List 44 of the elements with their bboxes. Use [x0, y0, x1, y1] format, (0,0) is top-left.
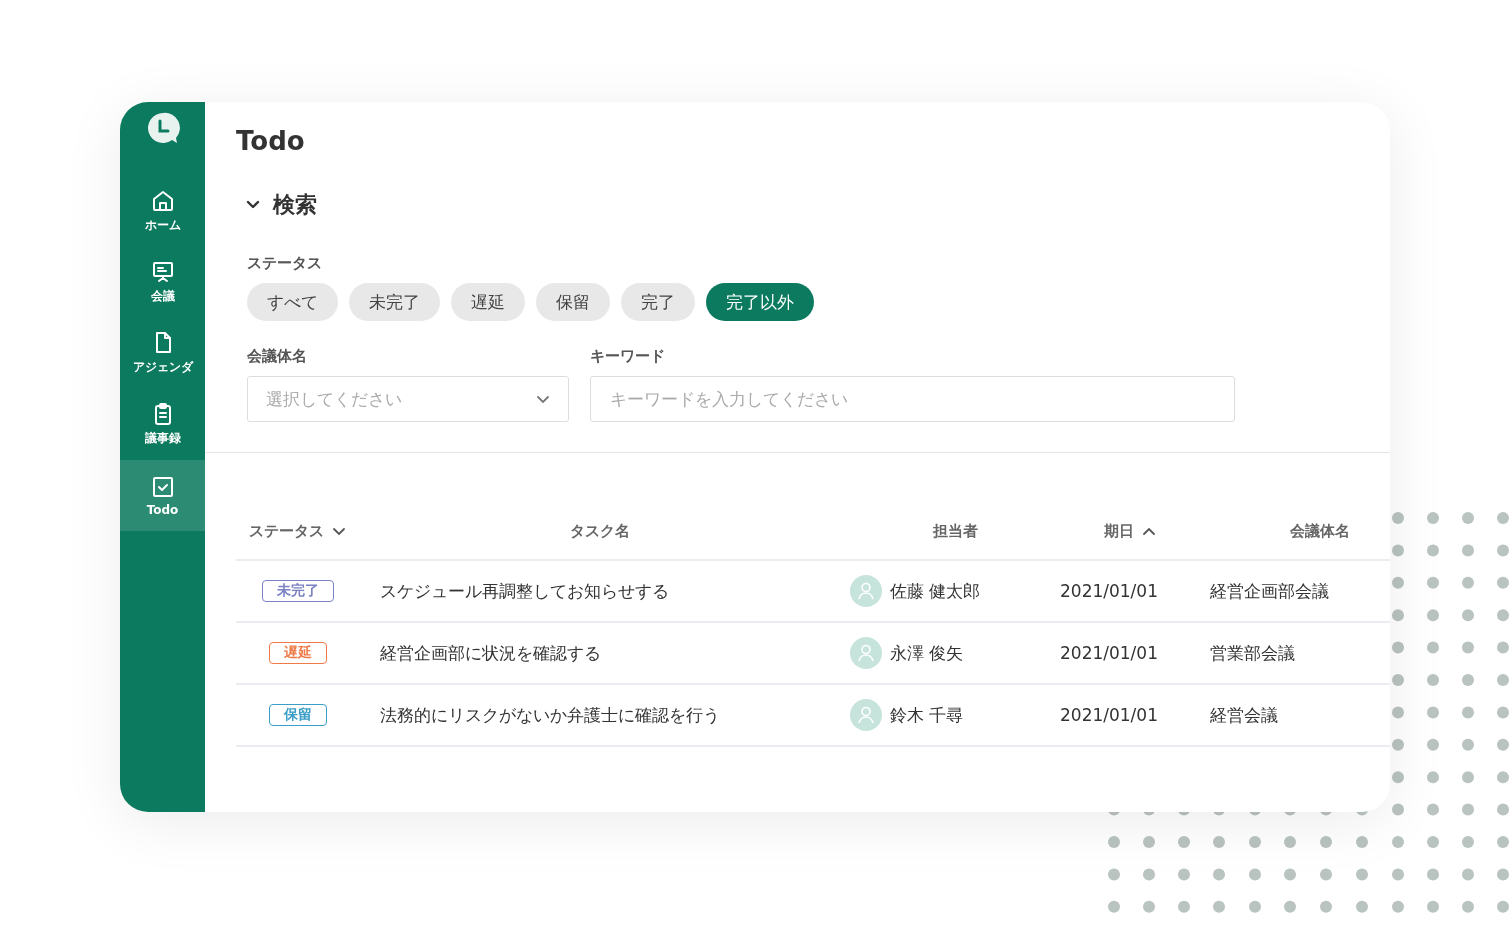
task-name: 法務的にリスクがないか弁護士に確認を行う [380, 703, 720, 727]
status-filter-chip[interactable]: 保留 [536, 283, 610, 321]
search-section-title: 検索 [273, 191, 317, 219]
meeting-name: 営業部会議 [1210, 641, 1295, 665]
due-date: 2021/01/01 [1060, 643, 1158, 663]
meeting-filter-label: 会議体名 [247, 347, 308, 366]
avatar-icon [850, 637, 882, 669]
status-badge: 遅延 [269, 642, 327, 664]
task-name: スケジュール再調整してお知らせする [380, 579, 669, 603]
status-badge: 未完了 [262, 580, 334, 602]
sidebar-item[interactable]: Todo [120, 460, 205, 531]
status-filter-chip[interactable]: 遅延 [451, 283, 525, 321]
column-header[interactable]: 会議体名 [1290, 521, 1350, 541]
sidebar-item[interactable]: 会議 [120, 247, 205, 318]
column-header[interactable]: 担当者 [932, 521, 978, 541]
home-icon [150, 189, 175, 213]
clock-logo-icon [145, 112, 180, 146]
status-filter-label: ステータス [247, 254, 323, 273]
status-filter-chip[interactable]: 完了 [621, 283, 695, 321]
task-name: 経営企画部に状況を確認する [380, 641, 601, 665]
avatar-icon [850, 575, 882, 607]
sidebar-item[interactable]: 議事録 [120, 389, 205, 460]
status-badge: 保留 [269, 704, 327, 726]
due-date: 2021/01/01 [1060, 705, 1158, 725]
keyword-label: キーワード [590, 347, 666, 366]
assignee-name: 鈴木 千尋 [890, 703, 964, 727]
avatar-icon [850, 699, 882, 731]
presentation-board-icon [150, 260, 175, 284]
keyword-input-field[interactable]: キーワードを入力してください [590, 376, 1235, 422]
status-filter-chip[interactable]: 完了以外 [706, 283, 814, 321]
page-title: Todo [236, 126, 306, 156]
column-header[interactable]: ステータス [249, 521, 324, 541]
assignee-name: 佐藤 健太郎 [890, 579, 981, 603]
meeting-name: 経営会議 [1210, 703, 1278, 727]
due-date: 2021/01/01 [1060, 581, 1158, 601]
column-header[interactable]: タスク名 [570, 521, 630, 541]
sidebar-item[interactable]: ホーム [120, 176, 205, 247]
meeting-name: 経営企画部会議 [1210, 579, 1329, 603]
checkbox-icon [150, 474, 175, 499]
assignee-name: 永澤 俊矢 [890, 641, 964, 665]
sidebar-item[interactable]: アジェンダ [120, 318, 205, 389]
column-header[interactable]: 期日 [1104, 521, 1134, 541]
status-filter-chip[interactable]: 未完了 [349, 283, 440, 321]
status-filter-chip[interactable]: すべて [247, 283, 338, 321]
